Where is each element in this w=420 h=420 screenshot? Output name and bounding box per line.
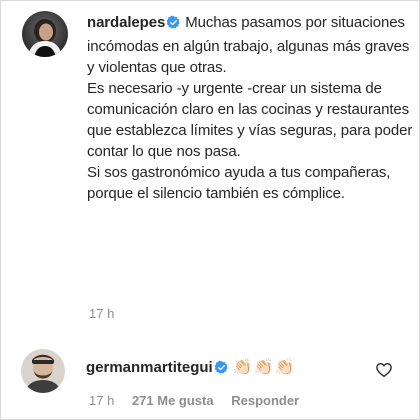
reply-button[interactable]: Responder	[231, 393, 299, 408]
likes-count-link[interactable]: 271 Me gusta	[132, 393, 214, 408]
comment-meta-row: 17 h 271 Me gusta Responder	[89, 393, 313, 408]
clapping-hands-emoji: 👏🏻👏🏻👏🏻	[232, 357, 296, 376]
heart-outline-icon[interactable]	[375, 361, 393, 379]
comment-paragraph-3: Si sos gastronómico ayuda a tus compañer…	[87, 164, 391, 202]
avatar-image	[22, 11, 68, 57]
comment-username[interactable]: germanmartitegui	[86, 359, 213, 376]
comment-body: nardalepes Muchas pasamos por situaciones…	[87, 12, 417, 204]
comment-username[interactable]: nardalepes	[87, 14, 165, 31]
comment-paragraph-2: Es necesario -y urgente -crear un sistem…	[87, 80, 413, 160]
avatar[interactable]	[22, 11, 68, 57]
comment-timestamp: 17 h	[89, 306, 115, 321]
verified-badge-icon	[166, 15, 181, 36]
comments-panel: nardalepes Muchas pasamos por situaciones…	[0, 0, 420, 420]
comment-timestamp: 17 h	[89, 393, 115, 408]
comment-body: germanmartitegui 👏🏻👏🏻👏🏻	[86, 357, 295, 381]
avatar[interactable]	[21, 349, 65, 393]
avatar-image	[21, 349, 65, 393]
verified-badge-icon	[214, 360, 229, 381]
